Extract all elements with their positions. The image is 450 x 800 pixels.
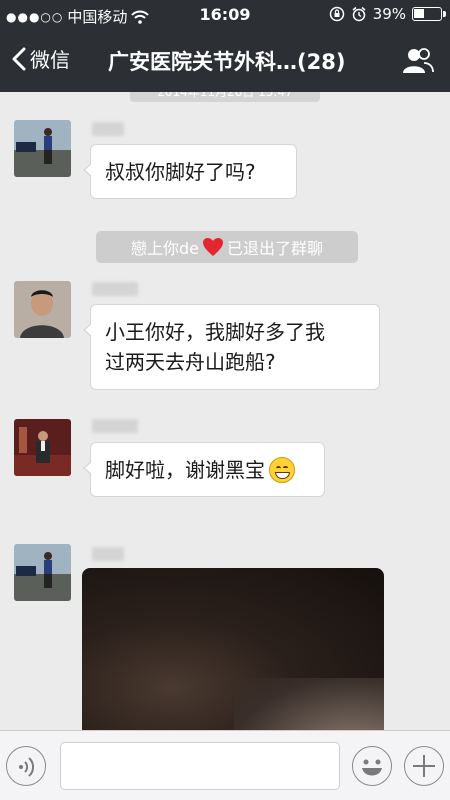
avatar[interactable]: [14, 281, 71, 338]
sender-name: [92, 282, 138, 296]
message-text-line: 小王你好，我脚好多了我: [105, 320, 325, 344]
message-bubble[interactable]: 小王你好，我脚好多了我 过两天去舟山跑船?: [83, 304, 380, 390]
system-notice: 戀上你de 已退出了群聊: [96, 231, 358, 263]
avatar[interactable]: [14, 419, 71, 476]
smile-icon: [362, 759, 382, 776]
message-text-line: 过两天去舟山跑船?: [105, 350, 276, 374]
message-bubble[interactable]: 叔叔你脚好了吗?: [83, 144, 297, 199]
system-notice-name: 戀上你de: [130, 239, 199, 258]
avatar[interactable]: [14, 544, 71, 601]
battery-icon: [412, 7, 446, 21]
message-text: 叔叔你脚好了吗?: [105, 159, 256, 184]
rotation-lock-icon: [329, 6, 344, 22]
chat-area[interactable]: 2014年11月28日 15:47 叔叔你脚好了吗? 戀上你de 已退出了群聊: [0, 92, 450, 730]
status-right: 39%: [329, 5, 446, 23]
chevron-left-icon: [12, 47, 26, 70]
back-button[interactable]: 微信: [12, 44, 70, 73]
avatar[interactable]: [14, 120, 71, 177]
voice-button[interactable]: [6, 746, 46, 786]
heart-icon: [203, 238, 223, 256]
plus-icon: [413, 755, 435, 777]
battery-fill: [414, 9, 424, 18]
back-label: 微信: [30, 48, 70, 72]
input-bar: [0, 730, 450, 800]
message-bubble[interactable]: 脚好啦，谢谢黑宝: [83, 442, 325, 497]
chat-title: 广安医院关节外科…(28): [108, 50, 346, 74]
battery-percent: 39%: [372, 5, 406, 23]
voice-icon: [19, 757, 35, 777]
message-text: 脚好啦，谢谢黑宝: [105, 457, 265, 482]
alarm-icon: [352, 6, 366, 22]
emoji-button[interactable]: [352, 746, 392, 786]
system-notice-text: 已退出了群聊: [227, 239, 324, 258]
message-timestamp: 2014年11月28日 15:47: [130, 92, 320, 102]
navigation-bar: 微信 广安医院关节外科…(28): [0, 30, 450, 92]
group-members-icon[interactable]: [402, 46, 434, 74]
sender-name: [92, 122, 124, 136]
status-bar: ●●●○○ 中国移动 16:09 39%: [0, 0, 450, 30]
top-bar: ●●●○○ 中国移动 16:09 39% 微信 广安医院关节外科…(28): [0, 0, 450, 92]
sender-name: [92, 419, 138, 433]
message-input[interactable]: [60, 742, 340, 790]
image-message[interactable]: [82, 568, 384, 730]
sender-name: [92, 547, 124, 561]
more-button[interactable]: [404, 746, 444, 786]
grin-emoji-icon: [269, 456, 295, 483]
